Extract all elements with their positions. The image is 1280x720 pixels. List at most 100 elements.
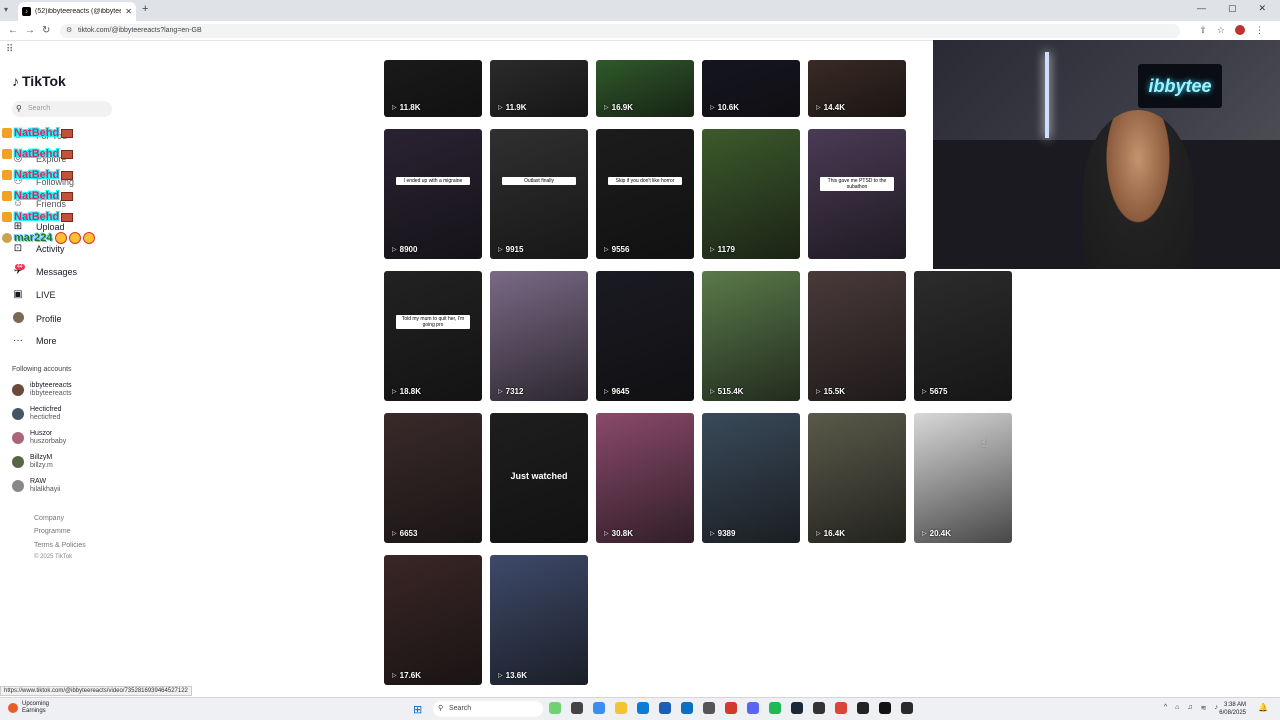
nav-live[interactable]: ▣ LIVE: [12, 289, 55, 300]
play-icon: ▷: [710, 389, 715, 395]
video-card[interactable]: ▷ 9645: [596, 271, 694, 401]
tiktok-logo[interactable]: ♪ TikTok: [12, 73, 66, 89]
task-view-icon[interactable]: [571, 702, 583, 714]
video-card[interactable]: ▷ 6653: [384, 413, 482, 543]
video-card[interactable]: Outlast finally ▷ 9915: [490, 129, 588, 259]
chat-message: mar224: [2, 231, 95, 245]
taskbar-apps: [549, 702, 913, 714]
video-card[interactable]: ▷ 11.8K: [384, 60, 482, 117]
just-watched-label: Just watched: [510, 471, 568, 481]
site-info-icon[interactable]: ⚙: [66, 24, 72, 38]
windows-start-icon[interactable]: ⊞: [413, 703, 425, 716]
bookmark-star-icon[interactable]: ☆: [1217, 25, 1225, 36]
video-card[interactable]: ▷ 1179: [702, 129, 800, 259]
close-window-icon[interactable]: ✕: [1258, 3, 1266, 14]
video-card[interactable]: Skip if you don't like horror ▷ 9556: [596, 129, 694, 259]
video-card[interactable]: ▷ 30.8K: [596, 413, 694, 543]
video-card[interactable]: ▷ 7312: [490, 271, 588, 401]
nav-profile[interactable]: Profile: [12, 312, 62, 326]
chat-username: NatBehd: [14, 169, 60, 181]
copilot-icon[interactable]: [593, 702, 605, 714]
browser-profile-icon[interactable]: [1235, 25, 1245, 35]
following-account[interactable]: RAW hilalkhayii: [12, 478, 60, 494]
maximize-icon[interactable]: ▢: [1228, 3, 1237, 14]
video-card[interactable]: ▷ 10.6K: [702, 60, 800, 117]
view-count-text: 5675: [929, 387, 948, 396]
app-icon[interactable]: [857, 702, 869, 714]
widgets-button[interactable]: Upcoming Earnings: [8, 701, 49, 715]
back-icon[interactable]: ←: [8, 25, 18, 36]
chrome-icon[interactable]: [835, 702, 847, 714]
forward-icon[interactable]: →: [25, 25, 35, 36]
reload-icon[interactable]: ↻: [42, 25, 50, 36]
taskbar-clock[interactable]: 3:38 AM 6/08/2025: [1219, 701, 1246, 717]
browser-menu-icon[interactable]: ⋮: [1255, 25, 1264, 36]
tab-list-icon[interactable]: ▾: [4, 5, 8, 14]
view-count: ▷ 9915: [498, 245, 523, 254]
notifications-icon[interactable]: 🔔: [1258, 703, 1268, 712]
nav-label: Activity: [36, 243, 65, 254]
video-card[interactable]: I ended up with a migraine ▷ 8900: [384, 129, 482, 259]
following-account[interactable]: ibbyteereacts ibbyteereacts: [12, 382, 72, 398]
apps-grid-icon[interactable]: ⠿: [6, 44, 13, 55]
footer-terms-link[interactable]: Terms & Policies: [34, 542, 86, 549]
following-account[interactable]: Hecticfred hecticfred: [12, 406, 62, 422]
url-input[interactable]: ⚙ tiktok.com/@ibbyteereacts?lang=en-GB: [60, 24, 1180, 38]
search-icon: ⚲: [16, 104, 22, 113]
outlook-icon[interactable]: [681, 702, 693, 714]
app-icon[interactable]: [703, 702, 715, 714]
install-app-icon[interactable]: ⇪: [1199, 25, 1207, 36]
discord-icon[interactable]: [747, 702, 759, 714]
video-card[interactable]: This gave me PTSD to the subathon: [808, 129, 906, 259]
video-card[interactable]: ▷ 13.6K: [490, 555, 588, 685]
app-icon[interactable]: [879, 702, 891, 714]
new-tab-icon[interactable]: +: [142, 3, 148, 15]
view-count-text: 8900: [399, 245, 418, 254]
neon-light: [1045, 52, 1049, 138]
store-icon[interactable]: [659, 702, 671, 714]
steam-icon[interactable]: [791, 702, 803, 714]
play-icon: ▷: [710, 247, 715, 253]
video-card[interactable]: Told my mum to quit her, I'm going pro ▷ 1…: [384, 271, 482, 401]
mic-icon[interactable]: ♫: [1187, 704, 1192, 712]
following-account[interactable]: Huszor huszorbaby: [12, 430, 66, 446]
emote-icon: [61, 128, 74, 138]
browser-tab[interactable]: ♪ (52)ibbyteereacts (@ibbyteer... ✕: [18, 2, 136, 21]
video-card[interactable]: Just watched: [490, 413, 588, 543]
video-card[interactable]: ▷ 16.9K: [596, 60, 694, 117]
close-tab-icon[interactable]: ✕: [125, 7, 132, 16]
video-card[interactable]: ▷ 16.4K: [808, 413, 906, 543]
network-icon[interactable]: ⌂: [1175, 704, 1179, 712]
video-card[interactable]: ▷ 17.6K: [384, 555, 482, 685]
tray-overflow-icon[interactable]: ^: [1164, 704, 1167, 712]
window-controls: — ▢ ✕: [1197, 3, 1266, 14]
video-card[interactable]: ▷ 5675: [914, 271, 1012, 401]
video-card[interactable]: ▷ 15.5K: [808, 271, 906, 401]
video-card[interactable]: ▷ 11.9K: [490, 60, 588, 117]
obs-icon[interactable]: [813, 702, 825, 714]
more-icon: ···: [13, 335, 23, 346]
volume-icon[interactable]: ♪: [1215, 704, 1219, 712]
brave-icon[interactable]: [725, 702, 737, 714]
spotify-icon[interactable]: [769, 702, 781, 714]
footer-company-link[interactable]: Company: [34, 515, 64, 522]
view-count-text: 14.4K: [823, 103, 845, 112]
edge-icon[interactable]: [637, 702, 649, 714]
nav-more[interactable]: ··· More: [12, 335, 57, 346]
search-input[interactable]: ⚲ Search: [12, 101, 112, 117]
account-display: BillzyM: [30, 454, 53, 461]
minimize-icon[interactable]: —: [1197, 3, 1206, 14]
app-icon[interactable]: [549, 702, 561, 714]
view-count-text: 17.6K: [399, 671, 421, 680]
taskbar-search[interactable]: ⚲ Search: [433, 701, 543, 717]
epic-games-icon[interactable]: [901, 702, 913, 714]
file-explorer-icon[interactable]: [615, 702, 627, 714]
video-card[interactable]: ▷ 9389: [702, 413, 800, 543]
wifi-icon[interactable]: ≋: [1201, 704, 1207, 712]
footer-programme-link[interactable]: Programme: [34, 528, 71, 535]
video-card[interactable]: ▷ 20.4K: [914, 413, 1012, 543]
following-account[interactable]: BillzyM billzy.m: [12, 454, 53, 470]
video-card[interactable]: ▷ 14.4K: [808, 60, 906, 117]
video-card[interactable]: ▷ 515.4K: [702, 271, 800, 401]
play-icon: ▷: [710, 531, 715, 537]
